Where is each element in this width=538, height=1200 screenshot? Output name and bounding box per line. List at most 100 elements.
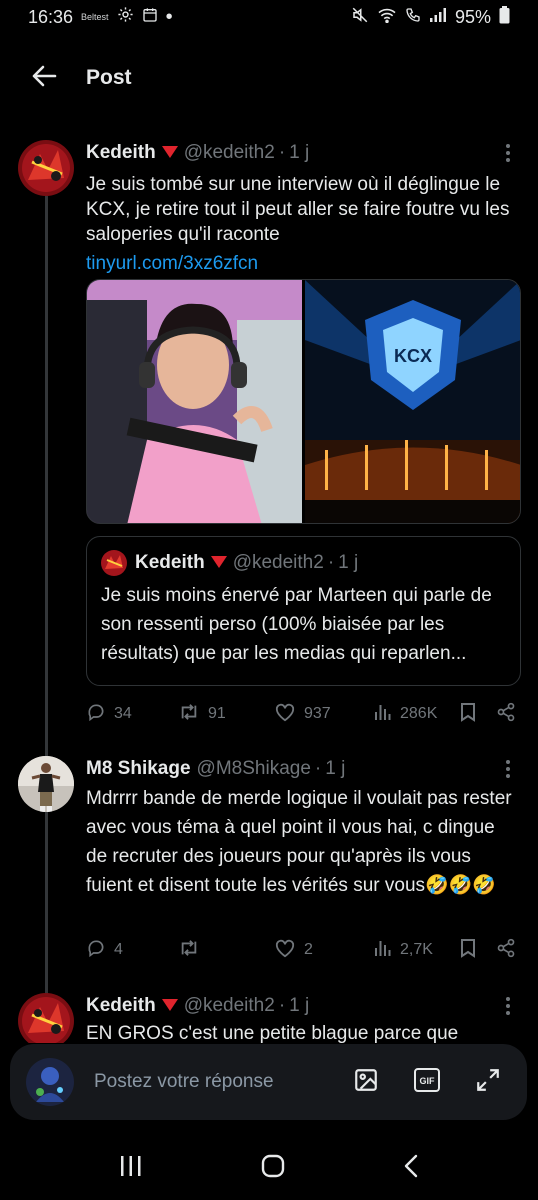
author-name[interactable]: Kedeith <box>86 142 156 164</box>
system-navigation-bar <box>0 1136 538 1200</box>
calendar-icon <box>142 7 158 28</box>
more-vertical-icon <box>505 996 511 1021</box>
quoted-tweet-header: Kedeith @kedeith2 · 1 j <box>101 549 506 577</box>
wifi-icon <box>377 7 397 28</box>
bookmark-button[interactable] <box>459 938 477 963</box>
tweet-header: Kedeith @kedeith2 · 1 j <box>86 993 520 1019</box>
views-icon <box>374 703 392 726</box>
tweet-reply[interactable]: Kedeith @kedeith2 · 1 j EN GROS c'est un… <box>0 993 538 1043</box>
author-handle[interactable]: @kedeith2 <box>184 142 275 164</box>
quoted-author-name: Kedeith <box>135 552 205 573</box>
separator-dot: · <box>278 142 286 163</box>
media-photo-player[interactable] <box>87 280 302 523</box>
reply-button[interactable]: 34 <box>86 702 132 727</box>
back-button[interactable] <box>24 58 64 98</box>
reply-input[interactable]: Postez votre réponse <box>94 1071 353 1093</box>
tweet-content: Kedeith @kedeith2 · 1 j <box>86 140 520 166</box>
gif-icon[interactable]: GIF <box>413 1067 441 1098</box>
more-button[interactable] <box>496 995 520 1021</box>
tweet-time[interactable]: 1 j <box>289 995 309 1017</box>
tweet-time[interactable]: 1 j <box>289 142 309 164</box>
avatar <box>26 1058 74 1106</box>
battery-icon <box>499 5 510 29</box>
tweet-text: Je suis tombé sur une interview où il dé… <box>86 174 510 245</box>
tweet-link[interactable]: tinyurl.com/3xz6zfcn <box>86 251 520 276</box>
like-count: 2 <box>304 941 313 958</box>
repost-icon <box>178 702 200 727</box>
share-icon <box>496 938 516 963</box>
views-button[interactable]: 2,7K <box>374 939 433 962</box>
tweet-time[interactable]: 1 j <box>325 758 345 780</box>
author-name[interactable]: M8 Shikage <box>86 758 191 780</box>
more-button[interactable] <box>496 758 520 784</box>
recent-apps-icon[interactable] <box>119 1155 143 1182</box>
views-icon <box>374 939 392 962</box>
image-icon[interactable] <box>353 1067 379 1098</box>
expand-icon[interactable] <box>475 1067 501 1098</box>
repost-button[interactable] <box>178 938 208 963</box>
reply-icon <box>86 702 106 727</box>
share-button[interactable] <box>496 702 516 727</box>
repost-count: 91 <box>208 705 226 722</box>
status-time: 16:36 <box>28 6 74 27</box>
call-icon <box>405 7 421 28</box>
author-handle[interactable]: @M8Shikage <box>197 758 311 780</box>
avatar[interactable] <box>18 756 74 812</box>
media-grid: KCX <box>86 279 521 524</box>
like-count: 937 <box>304 705 331 722</box>
avatar[interactable] <box>18 993 74 1043</box>
separator-dot: · <box>327 552 335 573</box>
svg-text:GIF: GIF <box>420 1076 436 1086</box>
svg-text:KCX: KCX <box>394 346 432 366</box>
reply-button[interactable]: 4 <box>86 938 123 963</box>
back-nav-icon[interactable] <box>403 1154 419 1183</box>
more-button[interactable] <box>496 142 520 168</box>
tweet-content: Kedeith @kedeith2 · 1 j EN GROS c'est un… <box>86 993 520 1043</box>
top-app-bar: Post <box>0 48 538 108</box>
heart-icon <box>274 702 296 727</box>
views-button[interactable]: 286K <box>374 703 437 726</box>
battery-level: 95% <box>454 6 491 27</box>
quoted-author-handle: @kedeith2 <box>232 552 324 573</box>
views-count: 286K <box>400 705 438 722</box>
author-handle[interactable]: @kedeith2 <box>184 995 275 1017</box>
separator-dot: · <box>314 758 322 779</box>
tweet-header: M8 Shikage @M8Shikage · 1 j <box>86 756 520 782</box>
share-icon <box>496 702 516 727</box>
quoted-tweet-text: Je suis moins énervé par Marteen qui par… <box>101 585 492 664</box>
signal-icon <box>429 7 447 28</box>
home-icon[interactable] <box>261 1154 285 1183</box>
separator-dot: · <box>278 995 286 1016</box>
red-triangle-icon <box>161 995 178 1017</box>
page-title: Post <box>86 66 132 89</box>
avatar <box>101 550 127 576</box>
status-bar: 16:36 Beltest • 95% <box>0 0 538 34</box>
repost-icon <box>178 938 200 963</box>
like-button[interactable]: 937 <box>274 702 331 727</box>
avatar[interactable] <box>18 140 74 196</box>
more-vertical-icon <box>505 759 511 784</box>
reply-count: 4 <box>114 941 123 958</box>
tweet-header: Kedeith @kedeith2 · 1 j <box>86 140 520 166</box>
tweet-action-bar: 4 2 2,7K <box>86 935 522 965</box>
red-triangle-icon <box>161 142 178 164</box>
reply-count: 34 <box>114 705 132 722</box>
quoted-tweet-time: 1 j <box>338 552 359 573</box>
repost-button[interactable]: 91 <box>178 702 226 727</box>
views-count: 2,7K <box>400 941 433 958</box>
like-button[interactable]: 2 <box>274 938 313 963</box>
mute-icon <box>351 6 369 29</box>
tweet-content: M8 Shikage @M8Shikage · 1 j Mdrrrr bande… <box>86 756 520 900</box>
arrow-left-icon <box>30 64 58 93</box>
reply-icon <box>86 938 106 963</box>
media-photo-stage[interactable]: KCX <box>305 280 520 523</box>
share-button[interactable] <box>496 938 516 963</box>
quoted-tweet[interactable]: Kedeith @kedeith2 · 1 j Je suis moins én… <box>86 536 521 686</box>
tweet-text: EN GROS c'est une petite blague parce qu… <box>86 1023 459 1043</box>
bookmark-icon <box>459 938 477 963</box>
tweet-text: Mdrrrr bande de merde logique il voulait… <box>86 788 512 896</box>
tweet-action-bar: 34 91 937 286K <box>86 699 522 729</box>
bookmark-button[interactable] <box>459 702 477 727</box>
reply-composer[interactable]: Postez votre réponse GIF <box>10 1044 527 1120</box>
author-name[interactable]: Kedeith <box>86 995 156 1017</box>
